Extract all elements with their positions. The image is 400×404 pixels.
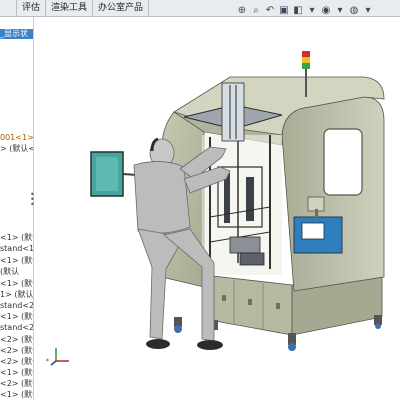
feature-manager-tree: _显示状001<1>> (默认<<1> (默认stand<1<1> (默认(默认…: [0, 17, 34, 400]
tree-item[interactable]: <1> (默认: [0, 279, 33, 289]
view-orientation-icon[interactable]: ◧: [292, 4, 304, 18]
hmi-screen: [301, 222, 325, 240]
zoom-area-icon[interactable]: ⌕: [250, 4, 262, 18]
tree-item[interactable]: <2> (默认: [0, 379, 33, 389]
tree-item[interactable]: <1> (默认: [0, 312, 33, 322]
triad-label: *: [46, 358, 49, 365]
side-window: [323, 128, 363, 196]
tab-office-products[interactable]: 办公室产品: [93, 0, 150, 16]
tree-item[interactable]: <2> (默认: [0, 346, 33, 356]
tree-item[interactable]: _显示状: [0, 29, 33, 39]
section-view-icon[interactable]: ▣: [278, 4, 290, 18]
cylinder-assembly: [221, 82, 245, 142]
zoom-fit-icon[interactable]: ⊕: [236, 4, 248, 18]
tree-item[interactable]: 001<1>: [0, 133, 33, 143]
graphics-area[interactable]: [34, 17, 400, 400]
tree-item[interactable]: <2> (默认: [0, 335, 33, 345]
tree-item[interactable]: <1> (默认: [0, 368, 33, 378]
appearance-icon[interactable]: ▾: [334, 4, 346, 18]
tree-item[interactable]: > (默认<: [0, 144, 33, 154]
hide-show-icon[interactable]: ◉: [320, 4, 332, 18]
display-style-icon[interactable]: ▾: [306, 4, 318, 18]
tree-item[interactable]: stand<2: [0, 323, 33, 333]
tree-item[interactable]: stand<2: [0, 301, 33, 311]
tree-item[interactable]: (默认: [0, 267, 19, 277]
tree-item[interactable]: stand<1: [0, 244, 33, 254]
tree-item[interactable]: 1> (默认: [0, 290, 33, 300]
tree-item[interactable]: <1> (默认: [0, 233, 33, 243]
tree-item[interactable]: <1> (默认: [0, 390, 33, 400]
scene-icon[interactable]: ◍: [348, 4, 360, 18]
tab-evaluate[interactable]: 评估: [17, 0, 47, 16]
tree-item[interactable]: <2> (默认: [0, 357, 33, 367]
display-settings-icon[interactable]: ▾: [362, 4, 374, 18]
coordinate-triad-icon: [50, 348, 69, 366]
tab-features[interactable]: [0, 0, 17, 16]
heads-up-view-toolbar: ⊕ ⌕ ↶ ▣ ◧ ▾ ◉ ▾ ◍ ▾: [236, 4, 374, 18]
tab-render-tools[interactable]: 渲染工具: [46, 0, 94, 16]
tree-item[interactable]: <1> (默认: [0, 256, 33, 266]
assembly-model-render: [90, 51, 385, 351]
previous-view-icon[interactable]: ↶: [264, 4, 276, 18]
machine-side-panel: [281, 96, 385, 292]
